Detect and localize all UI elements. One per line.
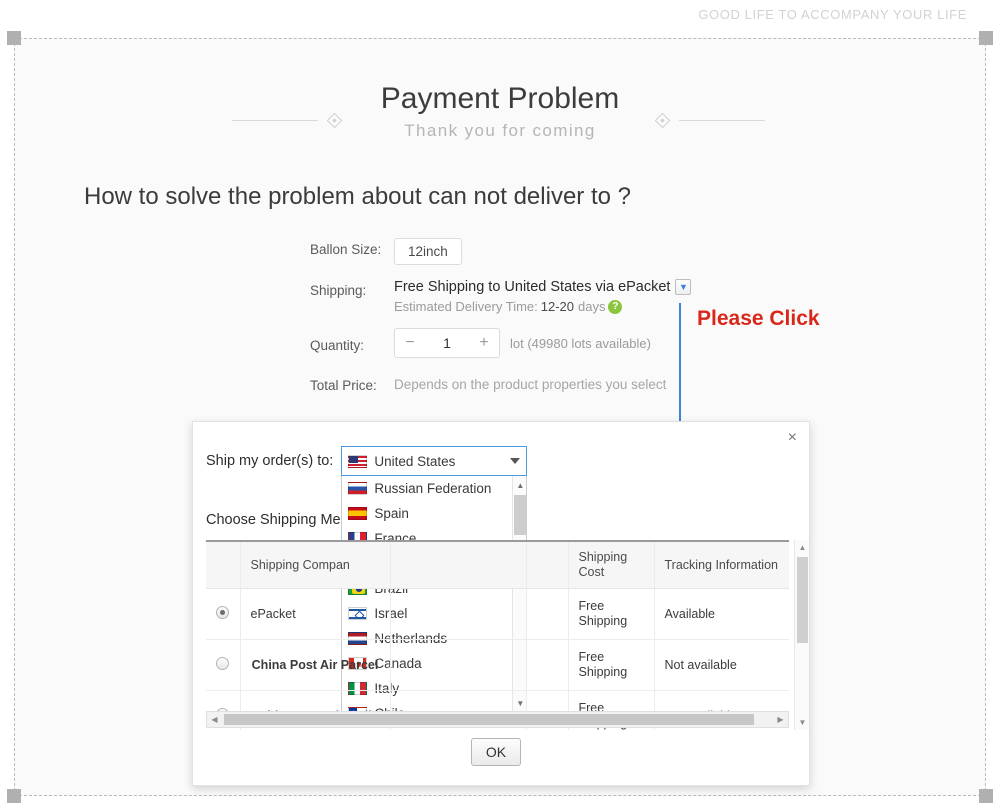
chevron-down-icon[interactable] — [510, 458, 521, 464]
radio-button[interactable] — [216, 605, 229, 619]
page-subtitle: Thank you for coming — [404, 121, 596, 140]
radio-button[interactable] — [216, 656, 229, 670]
edt-label: Estimated Delivery Time: — [394, 299, 538, 314]
header-company: Shipping Compan — [240, 542, 391, 589]
scrollbar-thumb[interactable] — [797, 557, 808, 643]
page-title: Payment Problem — [380, 82, 620, 115]
scroll-right-icon[interactable]: ▶ — [773, 712, 788, 727]
help-icon[interactable]: ? — [608, 299, 623, 314]
row-tracking: Not available — [654, 639, 789, 691]
header-shipping-cost: Shipping Cost — [568, 542, 655, 589]
question-text: How to solve the problem about can not d… — [84, 183, 631, 210]
ship-to-label: Ship my order(s) to: — [206, 453, 334, 469]
flag-icon-russian-federation — [348, 482, 368, 495]
quantity-label: Quantity: — [310, 337, 365, 353]
table-vertical-scrollbar[interactable]: ▲ ▼ — [794, 540, 809, 730]
shipping-modal: × Ship my order(s) to: United States Rus… — [192, 421, 810, 786]
edt-days: 12-20 — [540, 299, 575, 314]
table-row[interactable]: ePacket Free Shipping Available — [206, 588, 789, 640]
row-company: China Post Air Parcel — [240, 639, 391, 691]
site-tagline: GOOD LIFE TO ACCOMPANY YOUR LIFE — [698, 7, 967, 22]
table-horizontal-scrollbar[interactable]: ◀ ▶ — [206, 711, 789, 728]
header-tracking-information: Tracking Information — [654, 542, 789, 589]
header-hidden-mid — [390, 542, 527, 589]
quantity-input[interactable]: 1 — [425, 335, 469, 351]
page-root: GOOD LIFE TO ACCOMPANY YOUR LIFE Payment… — [0, 0, 1000, 809]
row-cost: Free Shipping — [568, 639, 655, 691]
scrollbar-thumb[interactable] — [514, 495, 527, 535]
decoration-right — [654, 112, 765, 129]
row-radio-cell[interactable] — [206, 639, 241, 691]
shipping-label: Shipping: — [310, 283, 367, 298]
edt-unit: days — [578, 299, 606, 314]
table-row[interactable]: China Post Air Parcel Free Shipping Not … — [206, 639, 789, 691]
ok-button[interactable]: OK — [471, 738, 521, 766]
scroll-up-icon[interactable]: ▲ — [795, 540, 810, 555]
flag-icon-spain — [348, 507, 368, 520]
row-mid — [390, 588, 527, 640]
country-option-label: Russian Federation — [374, 481, 492, 496]
header-select — [206, 542, 241, 589]
country-option[interactable]: Russian Federation — [342, 476, 526, 501]
annotation-please-click: Please Click — [697, 307, 820, 330]
scroll-up-icon[interactable]: ▲ — [513, 478, 526, 492]
quantity-increment-button[interactable]: + — [469, 334, 499, 352]
quantity-decrement-button[interactable]: − — [395, 334, 425, 352]
country-option[interactable]: Spain — [342, 501, 526, 526]
frame-handle-bottom-right[interactable] — [979, 789, 993, 803]
country-selected-label: United States — [374, 453, 456, 469]
country-option-label: Spain — [374, 506, 409, 521]
header-hidden-blank — [526, 542, 569, 589]
ship-to-row: Ship my order(s) to: United States Russi… — [206, 446, 528, 712]
chevron-down-icon[interactable]: ▼ — [675, 279, 692, 295]
close-icon[interactable]: × — [788, 430, 797, 446]
estimated-delivery: Estimated Delivery Time: 12-20 days ? — [394, 299, 691, 314]
property-row-total-price: Total Price: Depends on the product prop… — [310, 374, 691, 393]
shipping-select[interactable]: Free Shipping to United States via ePack… — [394, 279, 692, 295]
property-row-size: Ballon Size: 12inch — [310, 238, 691, 265]
country-select-trigger[interactable]: United States — [341, 446, 528, 476]
flag-icon-united-states — [348, 454, 368, 468]
row-mid — [390, 639, 527, 691]
property-row-shipping: Shipping: Free Shipping to United States… — [310, 279, 692, 314]
shipping-methods-table: Shipping Compan Shipping Cost Tracking I… — [206, 542, 789, 730]
scrollbar-thumb[interactable] — [224, 714, 754, 725]
row-radio-cell[interactable] — [206, 588, 241, 640]
property-row-quantity: Quantity: − 1 + lot (49980 lots availabl… — [310, 328, 691, 358]
choose-shipping-method-label: Choose Shipping Me — [206, 512, 341, 528]
annotation-arrow-line — [679, 303, 681, 435]
country-select[interactable]: United States Russian Federation Spain F — [341, 446, 528, 712]
frame-handle-top-left[interactable] — [7, 31, 21, 45]
total-price-label: Total Price: — [310, 378, 377, 393]
decoration-left — [232, 112, 343, 129]
shipping-methods-table-wrap: Shipping Compan Shipping Cost Tracking I… — [206, 540, 789, 730]
frame-handle-top-right[interactable] — [979, 31, 993, 45]
frame-handle-bottom-left[interactable] — [7, 789, 21, 803]
page-heading: Payment Problem Thank you for coming — [0, 80, 1000, 144]
row-cost: Free Shipping — [568, 588, 655, 640]
table-header-row: Shipping Compan Shipping Cost Tracking I… — [206, 542, 789, 589]
quantity-stepper[interactable]: − 1 + — [394, 328, 500, 358]
row-blank — [526, 588, 569, 640]
scroll-down-icon[interactable]: ▼ — [795, 715, 810, 730]
ballon-size-label: Ballon Size: — [310, 242, 382, 257]
ballon-size-option[interactable]: 12inch — [394, 238, 462, 265]
row-company: ePacket — [240, 588, 391, 640]
product-properties: Ballon Size: 12inch Shipping: Free Shipp… — [310, 238, 692, 397]
quantity-availability: lot (49980 lots available) — [510, 335, 651, 351]
row-blank — [526, 639, 569, 691]
row-tracking: Available — [654, 588, 789, 640]
shipping-value: Free Shipping to United States via ePack… — [394, 279, 671, 295]
total-price-value: Depends on the product properties you se… — [394, 377, 667, 392]
scroll-left-icon[interactable]: ◀ — [207, 712, 222, 727]
